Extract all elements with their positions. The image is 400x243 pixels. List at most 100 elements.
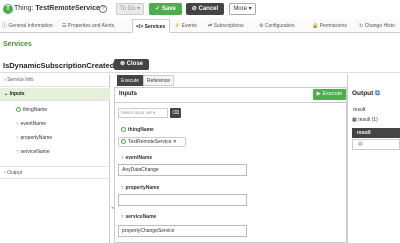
tab-bar: ⓘ General Information ☰ Properties and A… <box>0 19 400 33</box>
param-thingname[interactable]: thingName <box>16 107 47 113</box>
chevron-down-icon: ⌄ <box>4 91 9 97</box>
service-info-label: Service Info <box>7 77 34 83</box>
table-cell-icon: ▤ <box>358 141 363 147</box>
history-icon: ↻ <box>359 23 364 29</box>
input-value: AnyDataChange <box>122 167 159 173</box>
lightning-icon: ⚡ <box>174 23 181 29</box>
list-icon: ☰ <box>62 23 67 29</box>
save-button[interactable]: ✓ Save <box>149 3 182 15</box>
field-label-eventname: TeventName <box>121 155 152 161</box>
required-check-icon <box>16 107 21 112</box>
info-icon: ⓘ <box>2 23 8 29</box>
close-button[interactable]: ⊗ Close <box>114 59 149 70</box>
external-link-icon[interactable]: ⧉ <box>375 90 380 97</box>
thing-check-icon <box>121 139 126 144</box>
text-type-icon: T <box>16 149 19 154</box>
result-count-row[interactable]: ▦ result (1) <box>352 117 400 125</box>
param-propertyname[interactable]: TpropertyName <box>16 135 52 141</box>
cancel-label: Cancel <box>198 6 219 12</box>
param-servicename[interactable]: TserviceName <box>16 149 50 155</box>
service-info-row[interactable]: › Service Info <box>0 74 110 87</box>
select-input-set[interactable]: Select input set ▾ <box>118 108 168 118</box>
text-type-icon: T <box>16 135 19 140</box>
help-icon[interactable]: ? <box>99 5 107 13</box>
inputs-row[interactable]: ⌄ Inputs <box>0 88 110 101</box>
eventname-input[interactable]: AnyDataChange <box>118 164 247 176</box>
output-title-text: Output <box>352 90 374 97</box>
inputs-title: Inputs <box>119 91 137 97</box>
tab-label: General Information <box>8 23 53 29</box>
result-cell[interactable]: ▤ <box>352 139 400 150</box>
tab-properties-and-alerts[interactable]: ☰ Properties and Alerts <box>62 19 130 33</box>
chevron-right-icon: › <box>4 170 6 176</box>
splitter-handle[interactable]: ◂ <box>111 205 114 219</box>
label-text: serviceName <box>125 214 157 220</box>
tab-permissions[interactable]: 🔒 Permissions <box>312 19 356 33</box>
param-label: propertyName <box>20 135 53 141</box>
output-separator <box>347 74 348 243</box>
lock-icon: 🔒 <box>312 23 319 29</box>
text-type-icon: T <box>121 214 124 219</box>
close-label: Close <box>126 61 144 67</box>
tab-label: Properties and Alerts <box>67 23 115 29</box>
thingname-tag[interactable]: TestRemoteService ✕ <box>118 137 186 147</box>
remove-tag-icon[interactable]: ✕ <box>173 139 177 145</box>
divider <box>0 72 400 73</box>
code-icon: </> <box>136 24 144 30</box>
todo-dropdown[interactable]: To Do ▾ <box>116 3 144 15</box>
execute-button[interactable]: ▶ Execute <box>313 89 346 100</box>
field-label-thingname: thingName <box>121 127 154 133</box>
label-text: eventName <box>125 155 153 161</box>
input-value: propertyChangeService <box>122 228 175 234</box>
propertyname-input[interactable] <box>118 194 247 206</box>
tab-reference[interactable]: Reference <box>143 75 175 86</box>
thing-name: TestRemoteService <box>35 5 100 12</box>
tab-label: Services <box>144 24 166 30</box>
eraser-icon[interactable]: ⌫ <box>170 108 181 118</box>
save-label: Save <box>161 6 176 12</box>
execute-label: Execute <box>322 91 343 97</box>
more-label: More <box>233 6 247 12</box>
tab-services[interactable]: </> Services <box>132 19 170 33</box>
result-label: result <box>353 107 366 113</box>
tab-label: Events <box>181 23 197 29</box>
output-row[interactable]: › Output <box>0 166 110 179</box>
more-dropdown[interactable]: More ▾ <box>229 3 256 15</box>
section-title: Services <box>3 41 32 48</box>
output-title: Output ⧉ <box>352 90 380 98</box>
tab-execute[interactable]: Execute <box>117 75 144 86</box>
cancel-button[interactable]: ⊘ Cancel <box>186 3 224 15</box>
text-type-icon: T <box>121 185 124 190</box>
tab-label: Configuration <box>264 23 295 29</box>
thing-label: Thing: <box>14 5 34 12</box>
tab-label: Change Histo <box>364 23 395 29</box>
tab-events[interactable]: ⚡ Events <box>174 19 204 33</box>
tab-general-information[interactable]: ⓘ General Information <box>2 19 60 33</box>
param-eventname[interactable]: TeventName <box>16 121 46 127</box>
required-check-icon <box>121 127 126 132</box>
chevron-right-icon: › <box>4 77 6 83</box>
gear-icon: ⚙ <box>259 23 264 29</box>
param-label: serviceName <box>20 149 50 155</box>
tab-change-history[interactable]: ↻ Change Histo <box>359 19 400 33</box>
tab-label: Permissions <box>319 23 347 29</box>
servicename-input[interactable]: propertyChangeService <box>118 225 247 237</box>
tab-configuration[interactable]: ⚙ Configuration <box>259 19 309 33</box>
output-label: Output <box>7 170 23 176</box>
param-label: eventName <box>20 121 47 127</box>
result-count: result (1) <box>358 117 378 123</box>
subscription-icon: ⇄ <box>208 23 213 29</box>
text-type-icon: T <box>121 155 124 160</box>
inputs-label: Inputs <box>9 91 25 97</box>
tag-text: TestRemoteService <box>128 139 172 145</box>
tab-subscriptions[interactable]: ⇄ Subscriptions <box>208 19 256 33</box>
tab-label: Reference <box>147 78 171 84</box>
thing-icon: T <box>3 4 13 14</box>
page-title: Thing: TestRemoteService <box>14 5 100 12</box>
table-icon: ▦ <box>352 117 357 123</box>
param-label: thingName <box>23 107 48 113</box>
todo-label: To Do <box>119 6 136 12</box>
tab-label: Subscriptions <box>213 23 244 29</box>
result-column-header: result <box>352 128 400 138</box>
label-text: thingName <box>128 127 154 133</box>
